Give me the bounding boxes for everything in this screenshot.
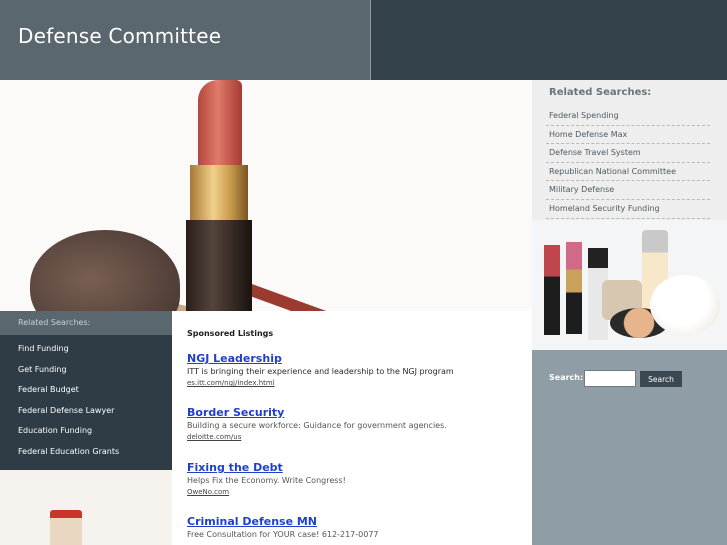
lip-pencil	[237, 280, 496, 311]
listing-description: ITT is bringing their experience and lea…	[187, 367, 454, 376]
listing-title-link[interactable]: Criminal Defense MN	[187, 515, 517, 528]
right-related-link[interactable]: Defense Travel System	[546, 144, 710, 163]
listing-title-link[interactable]: Border Security	[187, 406, 517, 419]
search-input[interactable]	[584, 370, 636, 387]
left-related-link[interactable]: Find Funding	[18, 343, 119, 364]
listing-url[interactable]: OweNo.com	[187, 487, 517, 498]
listing-title-link[interactable]: Fixing the Debt	[187, 461, 517, 474]
listing-title-link[interactable]: NGJ Leadership	[187, 352, 517, 365]
right-related-searches-list: Federal Spending Home Defense Max Defens…	[546, 107, 710, 219]
right-related-link[interactable]: Home Defense Max	[546, 126, 710, 145]
lipstick-gold-band	[190, 165, 248, 225]
right-related-link[interactable]: Federal Spending	[546, 107, 710, 126]
search-button[interactable]: Search	[640, 371, 682, 387]
listing-url[interactable]: es.itt.com/ngj/index.html	[187, 378, 517, 389]
left-related-searches-title: Related Searches:	[18, 318, 91, 327]
lipstick-tube	[186, 220, 252, 311]
left-related-searches-list: Find Funding Get Funding Federal Budget …	[18, 343, 119, 467]
listing-description: Free Consultation for YOUR case! 612-217…	[187, 530, 379, 539]
left-related-link[interactable]: Education Funding	[18, 425, 119, 446]
nail-polish-bottle	[50, 510, 82, 545]
right-related-link[interactable]: Military Defense	[546, 181, 710, 200]
makeup-brush-head	[30, 230, 180, 311]
sponsored-listing: Fixing the Debt Helps Fix the Economy. W…	[187, 461, 517, 498]
sponsored-listing: Border Security Building a secure workfo…	[187, 406, 517, 443]
right-related-link[interactable]: Republican National Committee	[546, 163, 710, 182]
listing-description: Building a secure workforce: Guidance fo…	[187, 421, 447, 430]
right-related-link[interactable]: Homeland Security Funding	[546, 200, 710, 219]
cosmetics-image	[532, 220, 727, 350]
left-related-link[interactable]: Federal Education Grants	[18, 446, 119, 467]
search-label: Search:	[549, 373, 584, 382]
listing-url[interactable]: deloitte.com/us	[187, 432, 517, 443]
sponsored-listing: NGJ Leadership ITT is bringing their exp…	[187, 352, 517, 389]
site-title[interactable]: Defense Committee	[18, 24, 221, 48]
hero-image-lipstick-brush	[0, 80, 532, 311]
lipstick-pink	[566, 242, 582, 334]
sponsored-listing: Criminal Defense MN Free Consultation fo…	[187, 515, 517, 541]
lipstick-bullet	[198, 80, 242, 168]
left-bottom-image	[0, 470, 172, 545]
left-related-link[interactable]: Federal Budget	[18, 384, 119, 405]
right-related-searches-title: Related Searches:	[549, 87, 652, 98]
cream-jar	[650, 275, 720, 335]
sponsored-listings-title: Sponsored Listings	[187, 329, 274, 338]
header-right-panel	[371, 0, 727, 80]
left-related-link[interactable]: Get Funding	[18, 364, 119, 385]
lipstick-red	[544, 245, 560, 335]
listing-description: Helps Fix the Economy. Write Congress!	[187, 476, 346, 485]
left-related-link[interactable]: Federal Defense Lawyer	[18, 405, 119, 426]
